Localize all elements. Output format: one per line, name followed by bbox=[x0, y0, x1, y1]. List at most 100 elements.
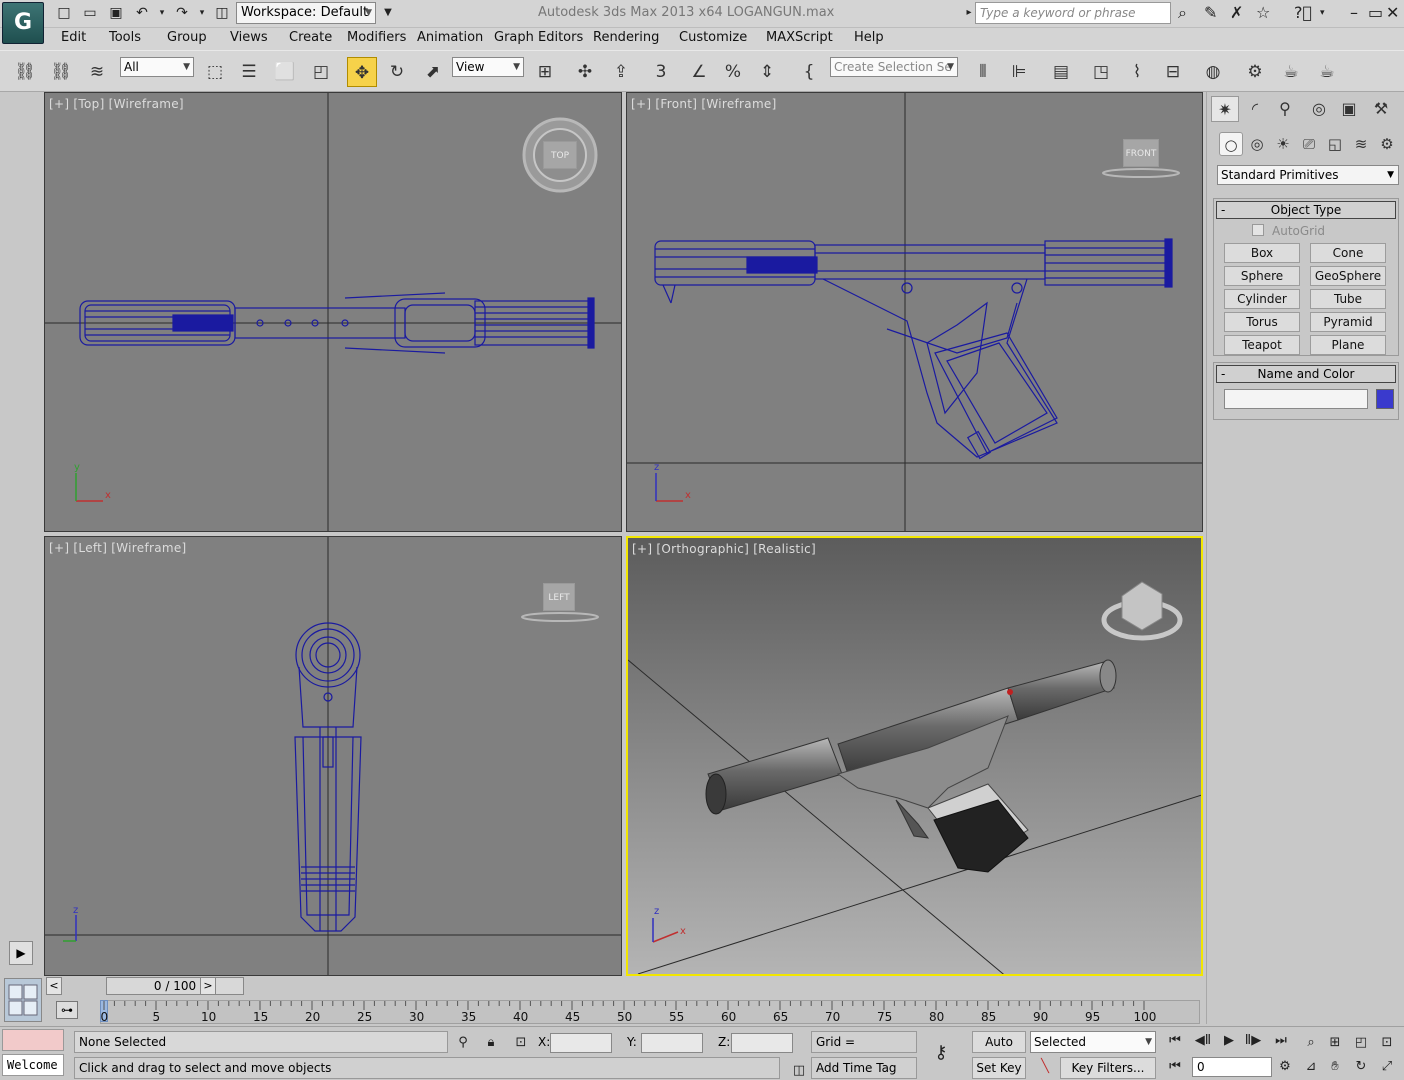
object-type-header[interactable]: - Object Type bbox=[1216, 201, 1396, 219]
redo-dropdown-icon[interactable]: ▾ bbox=[192, 4, 212, 22]
display-tab-icon[interactable]: ▣ bbox=[1335, 96, 1363, 122]
menu-rendering[interactable]: Rendering bbox=[593, 30, 659, 45]
help-icon[interactable]: ?⃝ bbox=[1294, 3, 1312, 23]
select-by-name-icon[interactable]: ☰ bbox=[234, 57, 264, 87]
new-file-icon[interactable]: □ bbox=[54, 4, 74, 22]
auto-key-button[interactable]: Auto Key bbox=[972, 1031, 1026, 1069]
schematic-view-icon[interactable]: ⊟ bbox=[1158, 57, 1188, 87]
key-mode-dropdown[interactable]: Selected ▼ bbox=[1030, 1031, 1156, 1053]
menu-group[interactable]: Group bbox=[167, 30, 207, 45]
layer-manager-icon[interactable]: ▤ bbox=[1046, 57, 1076, 87]
current-frame-field[interactable]: 0 bbox=[1192, 1057, 1272, 1077]
maxscript-mini-listener-pink[interactable] bbox=[2, 1029, 64, 1051]
tube-button[interactable]: Tube bbox=[1310, 289, 1386, 309]
angle-snap-icon[interactable]: ∠ bbox=[684, 57, 714, 87]
menu-maxscript[interactable]: MAXScript bbox=[766, 30, 833, 45]
viewcube[interactable]: FRONT bbox=[1123, 139, 1159, 167]
add-time-tag-button[interactable]: Add Time Tag bbox=[811, 1057, 917, 1079]
menu-edit[interactable]: Edit bbox=[61, 30, 86, 45]
time-configuration-icon[interactable]: ⚙ bbox=[1274, 1057, 1296, 1077]
select-and-rotate-icon[interactable]: ↻ bbox=[382, 57, 412, 87]
open-file-icon[interactable]: ▭ bbox=[80, 4, 100, 22]
play-animation-icon[interactable]: ▶ bbox=[1218, 1031, 1240, 1051]
app-logo-button[interactable]: G bbox=[2, 2, 44, 44]
zoom-extents-all-icon[interactable]: ⊡ bbox=[1376, 1033, 1398, 1053]
select-and-move-icon[interactable]: ✥ bbox=[347, 57, 377, 87]
cone-button[interactable]: Cone bbox=[1310, 243, 1386, 263]
menu-modifiers[interactable]: Modifiers bbox=[347, 30, 406, 45]
maximize-viewport-icon[interactable]: ⤢ bbox=[1376, 1057, 1398, 1077]
previous-frame-icon[interactable]: ◀Ⅱ bbox=[1192, 1031, 1214, 1051]
menu-customize[interactable]: Customize bbox=[679, 30, 747, 45]
shapes-icon[interactable]: ◎ bbox=[1245, 132, 1269, 156]
window-crossing-icon[interactable]: ◰ bbox=[306, 57, 336, 87]
x-coordinate-field[interactable] bbox=[550, 1033, 612, 1053]
snaps-toggle-icon[interactable]: 3 bbox=[646, 57, 676, 87]
pivot-center-icon[interactable]: ⊞ bbox=[530, 57, 560, 87]
isolate-selection-icon[interactable]: ⚲ bbox=[452, 1033, 474, 1053]
box-button[interactable]: Box bbox=[1224, 243, 1300, 263]
undo-icon[interactable]: ↶ bbox=[132, 4, 152, 22]
viewport-front[interactable]: [+] [Front] [Wireframe] x z FRONT bbox=[626, 92, 1203, 532]
maxscript-mini-listener[interactable]: Welcome bbox=[2, 1054, 64, 1076]
redo-icon[interactable]: ↷ bbox=[172, 4, 192, 22]
binoculars-icon[interactable]: ⌕ bbox=[1178, 3, 1187, 23]
viewport-top[interactable]: [+] [Top] [Wireframe] x y TOP bbox=[44, 92, 622, 532]
mirror-icon[interactable]: ⫴ bbox=[968, 57, 998, 87]
project-folder-icon[interactable]: ◫ bbox=[212, 4, 232, 22]
viewport-left[interactable]: [+] [Left] [Wireframe] z LEFT bbox=[44, 536, 622, 976]
rendered-frame-window-icon[interactable]: ☕ bbox=[1276, 57, 1306, 87]
sphere-button[interactable]: Sphere bbox=[1224, 266, 1300, 286]
menu-animation[interactable]: Animation bbox=[417, 30, 483, 45]
viewport-label[interactable]: [+] [Orthographic] [Realistic] bbox=[632, 542, 816, 556]
search-input[interactable]: Type a keyword or phrase bbox=[975, 2, 1171, 24]
render-setup-icon[interactable]: ⚙ bbox=[1240, 57, 1270, 87]
viewport-label[interactable]: [+] [Front] [Wireframe] bbox=[631, 97, 777, 111]
edit-named-selection-icon[interactable]: { bbox=[794, 57, 824, 87]
workspace-dropdown[interactable]: Workspace: Default ▼ bbox=[236, 2, 376, 24]
space-warps-icon[interactable]: ≋ bbox=[1349, 132, 1373, 156]
key-filters-button[interactable]: Key Filters... bbox=[1060, 1057, 1156, 1079]
selection-filter-dropdown[interactable]: All ▼ bbox=[120, 57, 194, 77]
field-of-view-icon[interactable]: ⊿ bbox=[1300, 1057, 1322, 1077]
unlink-selection-icon[interactable]: ⛓ bbox=[46, 57, 76, 87]
y-coordinate-field[interactable] bbox=[641, 1033, 703, 1053]
geosphere-button[interactable]: GeoSphere bbox=[1310, 266, 1386, 286]
time-tag-icon[interactable]: ◫ bbox=[788, 1061, 810, 1080]
systems-icon[interactable]: ⚙ bbox=[1375, 132, 1399, 156]
set-key-key-icon[interactable]: ⚷ bbox=[930, 1043, 952, 1063]
autogrid-checkbox[interactable]: AutoGrid bbox=[1252, 224, 1325, 238]
time-slider-thumb[interactable]: 0 / 100 bbox=[106, 977, 244, 995]
named-selection-sets-dropdown[interactable]: Create Selection Se ▼ bbox=[830, 57, 958, 77]
zoom-extents-icon[interactable]: ◰ bbox=[1350, 1033, 1372, 1053]
selection-lock-icon[interactable]: 🔒︎ bbox=[480, 1033, 502, 1053]
cameras-icon[interactable]: ⎚ bbox=[1297, 132, 1321, 156]
customize-quick-access-icon[interactable]: ▼ bbox=[378, 4, 398, 22]
absolute-mode-icon[interactable]: ⊡ bbox=[510, 1033, 532, 1053]
percent-snap-icon[interactable]: % bbox=[718, 57, 748, 87]
subscription-icon[interactable]: ✎ bbox=[1204, 3, 1217, 23]
restore-icon[interactable]: ▭ bbox=[1368, 3, 1383, 23]
play-icon[interactable]: ▶ bbox=[9, 941, 33, 965]
plane-button[interactable]: Plane bbox=[1310, 335, 1386, 355]
close-icon[interactable]: ✕ bbox=[1386, 3, 1399, 23]
go-to-end-icon[interactable]: ⏭ bbox=[1270, 1031, 1292, 1051]
motion-tab-icon[interactable]: ◎ bbox=[1305, 96, 1333, 122]
hierarchy-tab-icon[interactable]: ⚲ bbox=[1271, 96, 1299, 122]
name-and-color-header[interactable]: - Name and Color bbox=[1216, 365, 1396, 383]
graphite-ribbon-icon[interactable]: ◳ bbox=[1086, 57, 1116, 87]
menu-help[interactable]: Help bbox=[854, 30, 884, 45]
communication-center-icon[interactable]: ✗ bbox=[1230, 3, 1243, 23]
go-to-start-icon[interactable]: ⏮ bbox=[1164, 1031, 1186, 1051]
select-and-manipulate-icon[interactable]: ✣ bbox=[570, 57, 600, 87]
menu-views[interactable]: Views bbox=[230, 30, 268, 45]
save-file-icon[interactable]: ▣ bbox=[106, 4, 126, 22]
viewport-layout-button[interactable] bbox=[4, 978, 42, 1022]
cylinder-button[interactable]: Cylinder bbox=[1224, 289, 1300, 309]
bind-space-warp-icon[interactable]: ≋ bbox=[82, 57, 112, 87]
z-coordinate-field[interactable] bbox=[731, 1033, 793, 1053]
select-and-link-icon[interactable]: ⛓ bbox=[10, 57, 40, 87]
helpers-icon[interactable]: ◱ bbox=[1323, 132, 1347, 156]
geometry-category-dropdown[interactable]: Standard Primitives ▼ bbox=[1217, 165, 1399, 185]
pan-view-icon[interactable]: ✋︎ bbox=[1324, 1057, 1346, 1077]
